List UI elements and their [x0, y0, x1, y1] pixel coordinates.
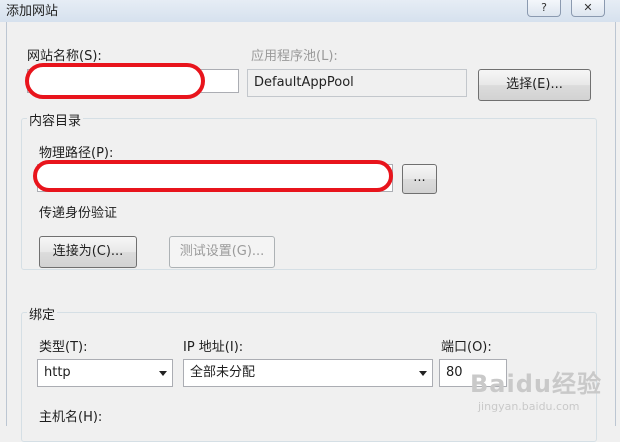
host-name-label: 主机名(H):	[39, 410, 103, 425]
type-label: 类型(T):	[39, 340, 88, 355]
type-dropdown[interactable]: http	[37, 359, 173, 387]
ip-address-label: IP 地址(I):	[183, 340, 244, 355]
title-bar: 添加网站 ? ✕	[0, 0, 620, 22]
site-name-label: 网站名称(S):	[27, 49, 102, 64]
help-icon: ?	[541, 1, 547, 14]
port-label: 端口(O):	[441, 340, 492, 355]
close-icon: ✕	[583, 1, 593, 14]
browse-button[interactable]: ...	[402, 164, 437, 194]
physical-path-label: 物理路径(P):	[39, 146, 114, 161]
select-app-pool-button[interactable]: 选择(E)...	[478, 69, 591, 101]
passthrough-auth-label: 传递身份验证	[39, 206, 118, 221]
test-settings-button[interactable]: 测试设置(G)...	[169, 236, 275, 268]
window-title: 添加网站	[6, 4, 59, 19]
baidu-watermark-url: jingyan.baidu.com	[478, 400, 580, 413]
chevron-down-icon	[159, 371, 167, 376]
app-pool-label: 应用程序池(L):	[251, 49, 338, 64]
content-directory-label: 内容目录	[27, 110, 84, 129]
redaction-mark	[25, 63, 205, 99]
ip-address-dropdown[interactable]: 全部未分配	[183, 359, 433, 387]
ip-address-value: 全部未分配	[190, 365, 256, 380]
redaction-mark	[33, 160, 393, 192]
chevron-down-icon	[419, 371, 427, 376]
binding-label: 绑定	[27, 304, 58, 323]
app-pool-field: DefaultAppPool	[247, 69, 467, 97]
type-value: http	[44, 365, 71, 380]
help-button[interactable]: ?	[527, 0, 561, 17]
close-button[interactable]: ✕	[571, 0, 605, 17]
baidu-watermark-logo: Baidu经验	[470, 370, 602, 398]
connect-as-button[interactable]: 连接为(C)...	[39, 236, 137, 268]
